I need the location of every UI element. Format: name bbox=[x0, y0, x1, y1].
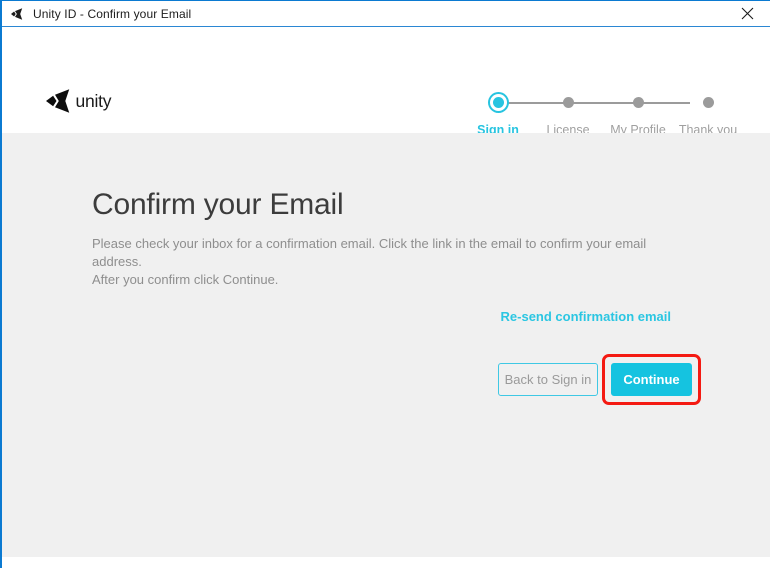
step-dot-icon bbox=[633, 97, 644, 108]
step-dot-icon bbox=[563, 97, 574, 108]
continue-button[interactable]: Continue bbox=[611, 362, 692, 396]
close-icon bbox=[741, 7, 754, 20]
unity-logo-icon: unity bbox=[46, 89, 112, 113]
window-bottom-strip bbox=[2, 557, 770, 568]
titlebar-title: Unity ID - Confirm your Email bbox=[33, 6, 192, 21]
action-button-row: Back to Sign in Continue bbox=[498, 353, 701, 405]
dialog-header: unity Sign in License My Profile Thank y… bbox=[2, 27, 770, 137]
stepper-track bbox=[498, 102, 690, 104]
unity-id-dialog-window: Unity ID - Confirm your Email unity Sign… bbox=[0, 0, 770, 568]
description-line-1: Please check your inbox for a confirmati… bbox=[92, 236, 647, 269]
unity-cube-icon bbox=[11, 7, 23, 20]
svg-text:unity: unity bbox=[76, 91, 112, 111]
titlebar: Unity ID - Confirm your Email bbox=[2, 1, 770, 27]
page-description: Please check your inbox for a confirmati… bbox=[92, 235, 682, 289]
resend-confirmation-email-link[interactable]: Re-send confirmation email bbox=[501, 309, 671, 324]
page-title: Confirm your Email bbox=[92, 188, 344, 221]
continue-button-wrapper: Continue bbox=[602, 353, 701, 405]
back-to-sign-in-button[interactable]: Back to Sign in bbox=[498, 362, 598, 396]
description-line-2: After you confirm click Continue. bbox=[92, 272, 279, 287]
close-window-button[interactable] bbox=[725, 1, 770, 26]
step-dot-icon bbox=[703, 97, 714, 108]
dialog-content: Confirm your Email Please check your inb… bbox=[2, 133, 770, 557]
step-dot-icon bbox=[493, 97, 504, 108]
